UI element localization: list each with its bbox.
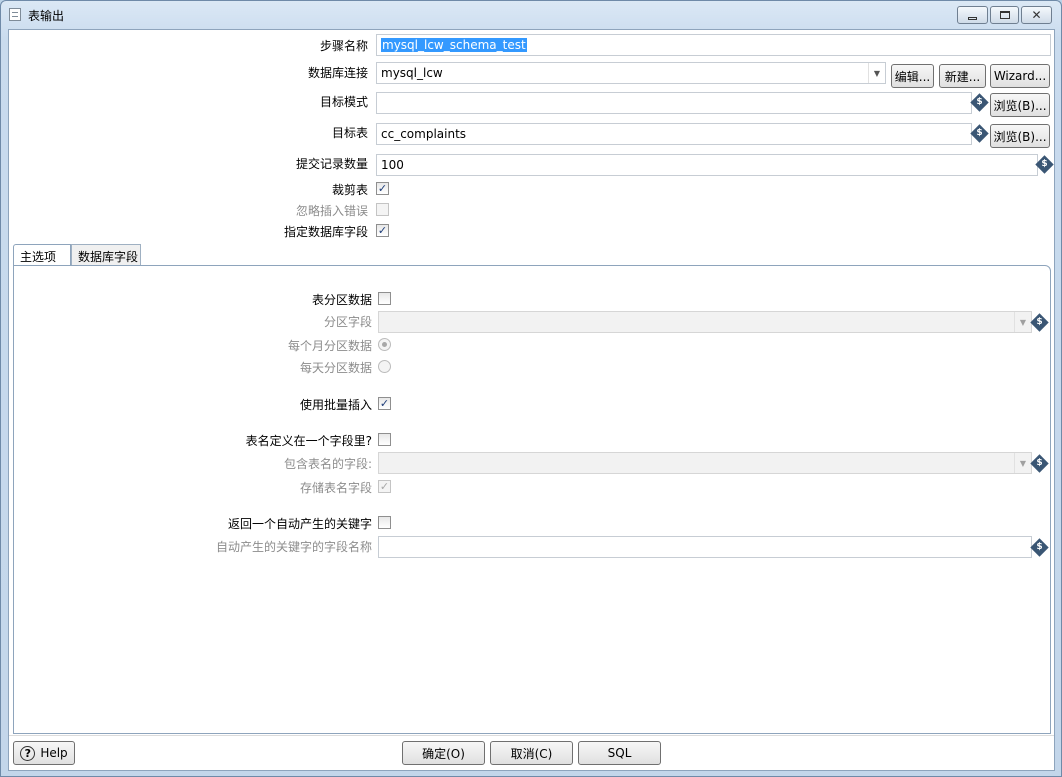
ignore-errors-checkbox[interactable]	[376, 203, 389, 216]
tab-database-fields[interactable]: 数据库字段	[71, 244, 141, 266]
variable-diamond-icon[interactable]: $	[970, 93, 989, 112]
help-button[interactable]: ? Help	[13, 741, 75, 765]
target-table-label: 目标表	[331, 126, 368, 140]
table-field-combo[interactable]: ▼	[378, 452, 1032, 474]
step-name-input[interactable]: mysql_lcw_schema_test	[376, 34, 1051, 56]
dialog-client: 步骤名称 mysql_lcw_schema_test 数据库连接 mysql_l…	[8, 29, 1055, 771]
store-table-checkbox[interactable]: ✓	[378, 480, 391, 493]
return-key-checkbox[interactable]	[378, 516, 391, 529]
chevron-down-icon[interactable]: ▼	[1014, 312, 1031, 332]
tab-bar: 主选项 数据库字段	[13, 244, 1051, 266]
table-in-field-checkbox[interactable]	[378, 433, 391, 446]
batch-insert-label: 使用批量插入	[299, 398, 372, 412]
edit-connection-button[interactable]: 编辑...	[891, 64, 934, 88]
variable-diamond-icon[interactable]: $	[1030, 313, 1049, 332]
wizard-button[interactable]: Wizard...	[990, 64, 1050, 88]
key-field-label: 自动产生的关键字的字段名称	[215, 540, 372, 554]
close-button[interactable]: ✕	[1021, 6, 1052, 24]
ignore-errors-label: 忽略插入错误	[295, 204, 368, 218]
chevron-down-icon[interactable]: ▼	[1014, 453, 1031, 473]
variable-diamond-icon[interactable]: $	[1030, 454, 1049, 473]
daily-partition-label: 每天分区数据	[299, 361, 372, 375]
partition-checkbox[interactable]	[378, 292, 391, 305]
partition-field-label: 分区字段	[323, 315, 372, 329]
key-field-input[interactable]	[378, 536, 1032, 558]
browse-schema-button[interactable]: 浏览(B)...	[990, 93, 1050, 117]
dialog-window: 表输出 ✕ 步骤名称 mysql_lcw_schema_test 数据库连接 m…	[0, 0, 1062, 777]
ok-button[interactable]: 确定(O)	[402, 741, 485, 765]
table-field-label: 包含表名的字段:	[283, 457, 372, 471]
main-options-panel	[13, 265, 1051, 734]
dialog-icon	[9, 8, 21, 21]
monthly-partition-label: 每个月分区数据	[287, 339, 372, 353]
step-name-label: 步骤名称	[319, 39, 368, 53]
target-schema-input[interactable]	[376, 92, 972, 114]
tab-main-options[interactable]: 主选项	[13, 244, 71, 266]
table-in-field-label: 表名定义在一个字段里?	[245, 434, 372, 448]
sql-button[interactable]: SQL	[578, 741, 661, 765]
commit-size-input[interactable]: 100	[376, 154, 1038, 176]
specify-fields-checkbox[interactable]: ✓	[376, 224, 389, 237]
connection-combo[interactable]: mysql_lcw ▼	[376, 62, 886, 84]
title-bar[interactable]: 表输出 ✕	[1, 1, 1061, 29]
variable-diamond-icon[interactable]: $	[1035, 155, 1054, 174]
partition-label: 表分区数据	[311, 293, 372, 307]
batch-insert-checkbox[interactable]: ✓	[378, 397, 391, 410]
target-table-value: cc_complaints	[381, 127, 467, 141]
step-name-value: mysql_lcw_schema_test	[381, 38, 527, 52]
specify-fields-label: 指定数据库字段	[283, 225, 368, 239]
truncate-checkbox[interactable]: ✓	[376, 182, 389, 195]
variable-diamond-icon[interactable]: $	[1030, 538, 1049, 557]
return-key-label: 返回一个自动产生的关键字	[227, 517, 372, 531]
target-table-input[interactable]: cc_complaints	[376, 123, 972, 145]
partition-field-combo[interactable]: ▼	[378, 311, 1032, 333]
variable-diamond-icon[interactable]: $	[970, 124, 989, 143]
truncate-label: 裁剪表	[331, 183, 368, 197]
minimize-icon	[968, 16, 977, 20]
connection-value: mysql_lcw	[381, 66, 443, 80]
connection-label: 数据库连接	[307, 66, 368, 80]
footer-separator	[9, 735, 1054, 736]
cancel-button[interactable]: 取消(C)	[490, 741, 573, 765]
window-title: 表输出	[28, 9, 65, 23]
help-button-label: Help	[40, 746, 68, 760]
commit-size-value: 100	[381, 158, 404, 172]
commit-size-label: 提交记录数量	[295, 157, 368, 171]
target-schema-label: 目标模式	[319, 95, 368, 109]
close-icon: ✕	[1031, 8, 1042, 22]
maximize-icon	[999, 11, 1010, 19]
monthly-partition-radio[interactable]	[378, 338, 391, 351]
minimize-button[interactable]	[957, 6, 988, 24]
daily-partition-radio[interactable]	[378, 360, 391, 373]
maximize-button[interactable]	[990, 6, 1019, 24]
help-circle-icon: ?	[20, 745, 36, 761]
store-table-label: 存储表名字段	[299, 481, 372, 495]
browse-table-button[interactable]: 浏览(B)...	[990, 124, 1050, 148]
new-connection-button[interactable]: 新建...	[939, 64, 986, 88]
chevron-down-icon[interactable]: ▼	[868, 63, 885, 83]
